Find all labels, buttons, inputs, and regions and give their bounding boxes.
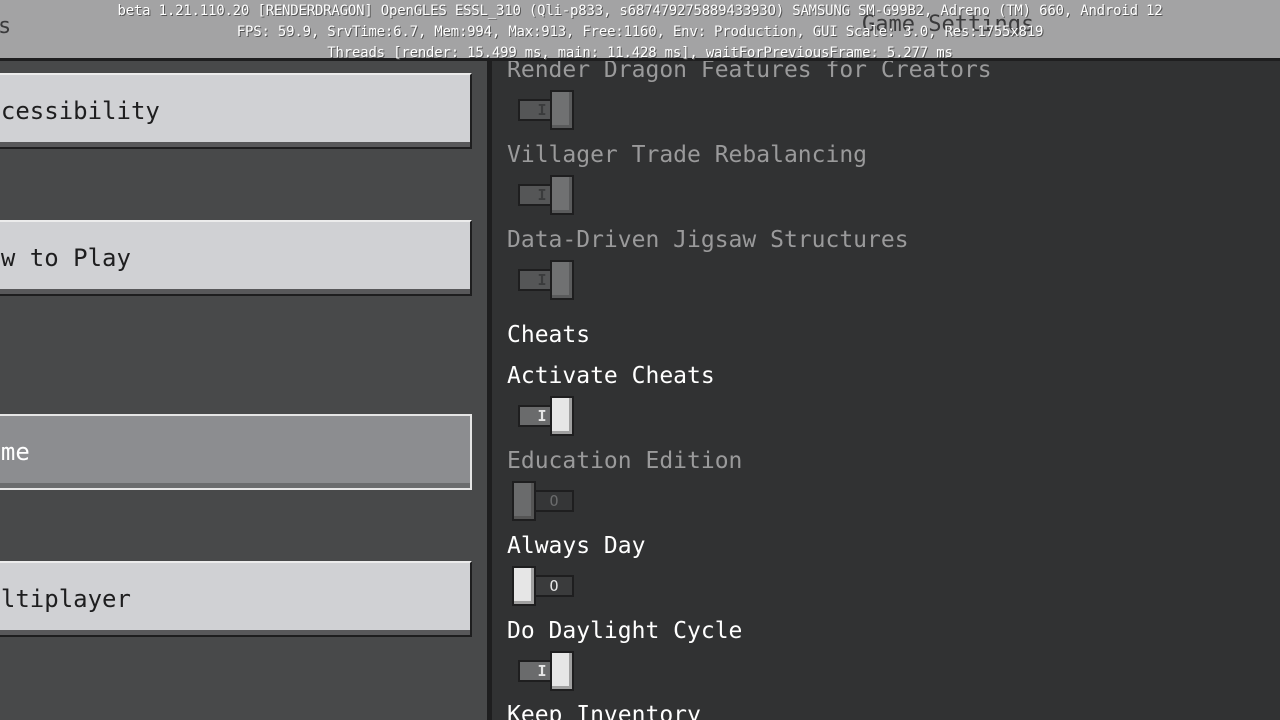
header-left-title: s [0,14,11,39]
cheats-section-heading: Cheats [507,322,591,348]
page-title: Game Settings [862,12,1035,37]
nav-how-to-play-label: How to Play [0,244,131,272]
nav-how-to-play-button[interactable]: How to Play [0,220,472,296]
toggle-mark: I [537,662,547,680]
education-edition-label: Education Edition [507,448,743,474]
toggle-mark: O [549,577,559,595]
toggle-mark: I [537,271,547,289]
render-dragon-label: Render Dragon Features for Creators [507,61,992,83]
settings-list-panel: Render Dragon Features for Creators I Vi… [492,61,1280,720]
header-bar: s Game Settings [0,0,1280,61]
daylight-cycle-toggle[interactable]: I [508,650,580,692]
nav-game-button[interactable]: Game [0,414,472,490]
nav-accessibility-button[interactable]: Accessibility [0,73,472,149]
jigsaw-structures-toggle[interactable]: I [508,259,580,301]
jigsaw-structures-label: Data-Driven Jigsaw Structures [507,227,909,253]
nav-accessibility-label: Accessibility [0,97,160,125]
toggle-knob [512,481,536,521]
toggle-mark: O [549,492,559,510]
toggle-mark: I [537,186,547,204]
education-edition-toggle[interactable]: O [508,480,580,522]
toggle-knob [550,260,574,300]
nav-game-label: Game [0,438,30,466]
nav-multiplayer-label: Multiplayer [0,585,131,613]
keep-inventory-label: Keep Inventory [507,702,701,720]
toggle-mark: I [537,407,547,425]
toggle-knob [512,566,536,606]
render-dragon-toggle[interactable]: I [508,89,580,131]
villager-trade-toggle[interactable]: I [508,174,580,216]
toggle-knob [550,90,574,130]
nav-multiplayer-button[interactable]: Multiplayer [0,561,472,637]
game-settings-screen: s Game Settings beta 1.21.110.20 [RENDER… [0,0,1280,720]
always-day-label: Always Day [507,533,646,559]
activate-cheats-toggle[interactable]: I [508,395,580,437]
toggle-knob [550,175,574,215]
toggle-mark: I [537,101,547,119]
villager-trade-label: Villager Trade Rebalancing [507,142,868,168]
daylight-cycle-label: Do Daylight Cycle [507,618,743,644]
toggle-knob [550,396,574,436]
activate-cheats-label: Activate Cheats [507,363,715,389]
always-day-toggle[interactable]: O [508,565,580,607]
toggle-knob [550,651,574,691]
